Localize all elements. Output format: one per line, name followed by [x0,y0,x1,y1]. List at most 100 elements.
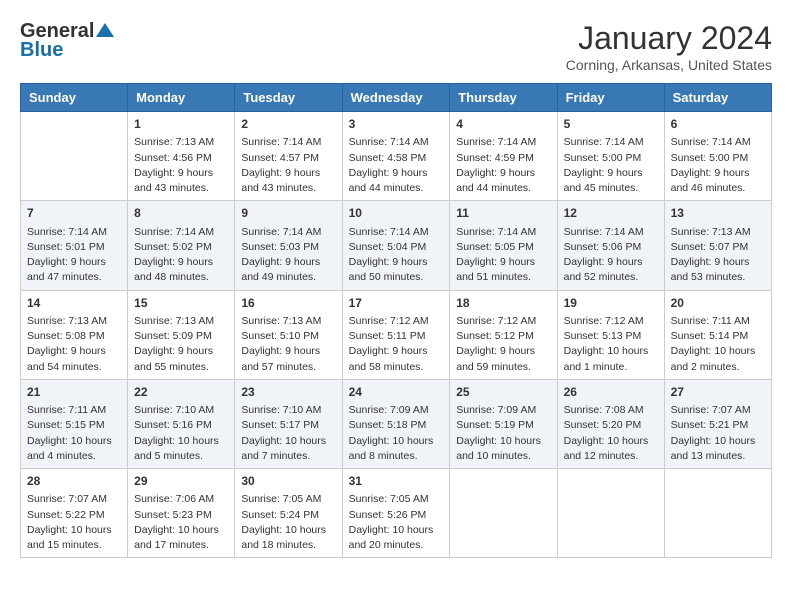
day-number: 10 [349,205,444,222]
calendar-cell: 13Sunrise: 7:13 AMSunset: 5:07 PMDayligh… [664,201,771,290]
calendar-header-row: SundayMondayTuesdayWednesdayThursdayFrid… [21,84,772,112]
calendar-cell: 20Sunrise: 7:11 AMSunset: 5:14 PMDayligh… [664,290,771,379]
sunrise-text: Sunrise: 7:09 AM [456,404,536,416]
sunset-text: Sunset: 5:19 PM [456,419,534,431]
daylight-text: Daylight: 9 hours and 45 minutes. [564,167,643,194]
sunrise-text: Sunrise: 7:12 AM [456,315,536,327]
month-title: January 2024 [566,20,772,57]
day-number: 16 [241,295,335,312]
sunrise-text: Sunrise: 7:14 AM [27,226,107,238]
sunset-text: Sunset: 4:56 PM [134,152,212,164]
calendar-cell: 19Sunrise: 7:12 AMSunset: 5:13 PMDayligh… [557,290,664,379]
calendar-cell: 8Sunrise: 7:14 AMSunset: 5:02 PMDaylight… [128,201,235,290]
sunrise-text: Sunrise: 7:13 AM [671,226,751,238]
calendar-cell: 9Sunrise: 7:14 AMSunset: 5:03 PMDaylight… [235,201,342,290]
calendar-cell: 17Sunrise: 7:12 AMSunset: 5:11 PMDayligh… [342,290,450,379]
sunrise-text: Sunrise: 7:14 AM [564,136,644,148]
sunset-text: Sunset: 4:59 PM [456,152,534,164]
sunset-text: Sunset: 4:58 PM [349,152,427,164]
calendar-cell: 10Sunrise: 7:14 AMSunset: 5:04 PMDayligh… [342,201,450,290]
sunset-text: Sunset: 5:08 PM [27,330,105,342]
calendar-cell: 12Sunrise: 7:14 AMSunset: 5:06 PMDayligh… [557,201,664,290]
sunset-text: Sunset: 5:00 PM [671,152,749,164]
daylight-text: Daylight: 10 hours and 10 minutes. [456,435,541,462]
calendar-cell: 22Sunrise: 7:10 AMSunset: 5:16 PMDayligh… [128,379,235,468]
daylight-text: Daylight: 9 hours and 48 minutes. [134,256,213,283]
sunrise-text: Sunrise: 7:14 AM [564,226,644,238]
logo-triangle-icon [96,21,114,39]
sunset-text: Sunset: 5:07 PM [671,241,749,253]
day-number: 2 [241,116,335,133]
day-number: 28 [27,473,121,490]
sunrise-text: Sunrise: 7:14 AM [241,136,321,148]
day-number: 9 [241,205,335,222]
sunset-text: Sunset: 5:17 PM [241,419,319,431]
sunrise-text: Sunrise: 7:10 AM [134,404,214,416]
sunset-text: Sunset: 5:20 PM [564,419,642,431]
day-number: 23 [241,384,335,401]
sunset-text: Sunset: 5:10 PM [241,330,319,342]
sunset-text: Sunset: 5:12 PM [456,330,534,342]
daylight-text: Daylight: 9 hours and 59 minutes. [456,345,535,372]
calendar-cell: 3Sunrise: 7:14 AMSunset: 4:58 PMDaylight… [342,112,450,201]
daylight-text: Daylight: 10 hours and 17 minutes. [134,524,219,551]
sunset-text: Sunset: 5:11 PM [349,330,426,342]
calendar-cell: 7Sunrise: 7:14 AMSunset: 5:01 PMDaylight… [21,201,128,290]
calendar-cell [450,469,557,558]
daylight-text: Daylight: 9 hours and 54 minutes. [27,345,106,372]
sunset-text: Sunset: 5:22 PM [27,509,105,521]
day-of-week-header: Wednesday [342,84,450,112]
calendar-week-row: 28Sunrise: 7:07 AMSunset: 5:22 PMDayligh… [21,469,772,558]
sunrise-text: Sunrise: 7:14 AM [134,226,214,238]
calendar-cell: 24Sunrise: 7:09 AMSunset: 5:18 PMDayligh… [342,379,450,468]
sunset-text: Sunset: 5:16 PM [134,419,212,431]
day-number: 13 [671,205,765,222]
calendar-cell: 25 Sunrise: 7:09 AM Sunset: 5:19 PM Dayligh… [450,379,557,468]
sunrise-text: Sunrise: 7:08 AM [564,404,644,416]
day-number: 30 [241,473,335,490]
sunrise-text: Sunrise: 7:14 AM [349,226,429,238]
calendar-cell: 15Sunrise: 7:13 AMSunset: 5:09 PMDayligh… [128,290,235,379]
sunset-text: Sunset: 5:03 PM [241,241,319,253]
sunrise-text: Sunrise: 7:10 AM [241,404,321,416]
daylight-text: Daylight: 9 hours and 43 minutes. [241,167,320,194]
daylight-text: Daylight: 10 hours and 18 minutes. [241,524,326,551]
daylight-text: Daylight: 9 hours and 55 minutes. [134,345,213,372]
daylight-text: Daylight: 9 hours and 52 minutes. [564,256,643,283]
calendar-week-row: 1 Sunrise: 7:13 AM Sunset: 4:56 PM Daylight… [21,112,772,201]
daylight-text: Daylight: 9 hours and 46 minutes. [671,167,750,194]
day-number: 1 [134,116,228,133]
calendar-cell [664,469,771,558]
daylight-text: Daylight: 9 hours and 47 minutes. [27,256,106,283]
daylight-text: Daylight: 9 hours and 57 minutes. [241,345,320,372]
daylight-text: Daylight: 9 hours and 58 minutes. [349,345,428,372]
sunrise-text: Sunrise: 7:11 AM [27,404,106,416]
calendar-cell [21,112,128,201]
calendar-cell: 26 Sunrise: 7:08 AM Sunset: 5:20 PM Dayligh… [557,379,664,468]
sunrise-text: Sunrise: 7:05 AM [241,493,321,505]
calendar-cell: 23Sunrise: 7:10 AMSunset: 5:17 PMDayligh… [235,379,342,468]
day-number: 26 [564,384,658,401]
calendar-cell: 30Sunrise: 7:05 AMSunset: 5:24 PMDayligh… [235,469,342,558]
calendar-cell: 28Sunrise: 7:07 AMSunset: 5:22 PMDayligh… [21,469,128,558]
day-number: 14 [27,295,121,312]
calendar-cell: 21Sunrise: 7:11 AMSunset: 5:15 PMDayligh… [21,379,128,468]
sunrise-text: Sunrise: 7:06 AM [134,493,214,505]
day-number: 27 [671,384,765,401]
day-number: 15 [134,295,228,312]
day-number: 22 [134,384,228,401]
sunset-text: Sunset: 5:05 PM [456,241,534,253]
day-number: 5 [564,116,658,133]
sunset-text: Sunset: 5:00 PM [564,152,642,164]
sunset-text: Sunset: 5:13 PM [564,330,642,342]
calendar-table: SundayMondayTuesdayWednesdayThursdayFrid… [20,83,772,558]
daylight-text: Daylight: 10 hours and 13 minutes. [671,435,756,462]
day-number: 25 [456,384,550,401]
sunrise-text: Sunrise: 7:05 AM [349,493,429,505]
daylight-text: Daylight: 10 hours and 12 minutes. [564,435,649,462]
day-of-week-header: Tuesday [235,84,342,112]
sunrise-text: Sunrise: 7:13 AM [134,315,214,327]
sunrise-text: Sunrise: 7:13 AM [134,136,214,148]
calendar-cell: 1Sunrise: 7:13 AMSunset: 4:56 PMDaylight… [128,112,235,201]
calendar-cell: 29Sunrise: 7:06 AMSunset: 5:23 PMDayligh… [128,469,235,558]
